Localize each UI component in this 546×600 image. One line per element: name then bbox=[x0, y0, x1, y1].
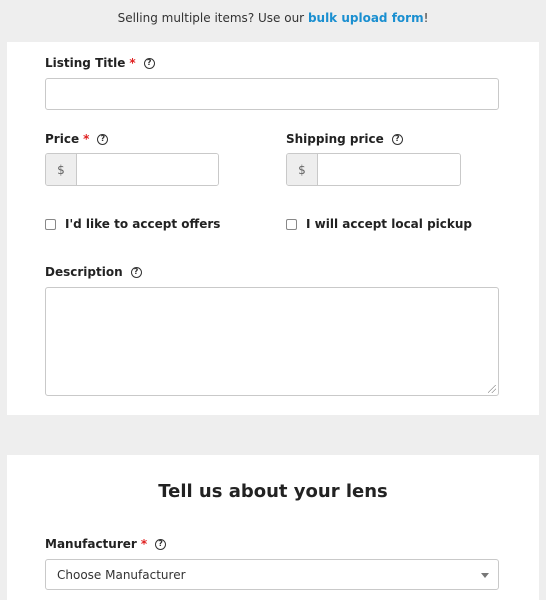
resize-handle-icon[interactable] bbox=[488, 385, 496, 393]
manufacturer-select[interactable]: Choose Manufacturer bbox=[45, 559, 499, 590]
manufacturer-label-text: Manufacturer bbox=[45, 537, 137, 551]
description-label-text: Description bbox=[45, 265, 123, 279]
banner-text: Selling multiple items? Use our bbox=[117, 11, 308, 25]
listing-details-card: Listing Title * ? Price * ? $ Shipping p… bbox=[7, 42, 539, 415]
banner-text-end: ! bbox=[423, 11, 429, 25]
shipping-price-input[interactable] bbox=[318, 154, 460, 185]
manufacturer-label: Manufacturer * ? bbox=[45, 537, 167, 551]
shipping-price-input-group: $ bbox=[286, 153, 461, 186]
chevron-down-icon bbox=[481, 572, 489, 578]
help-circle-icon[interactable]: ? bbox=[143, 57, 155, 69]
listing-title-label-text: Listing Title bbox=[45, 56, 126, 70]
bulk-upload-banner: Selling multiple items? Use our bulk upl… bbox=[0, 0, 546, 42]
accept-offers-checkbox[interactable] bbox=[45, 218, 56, 230]
help-circle-icon[interactable]: ? bbox=[391, 133, 403, 145]
currency-prefix: $ bbox=[287, 154, 318, 185]
help-circle-icon[interactable]: ? bbox=[97, 133, 109, 145]
help-circle-icon[interactable]: ? bbox=[155, 538, 167, 550]
description-label: Description ? bbox=[45, 265, 142, 279]
shipping-price-label-text: Shipping price bbox=[286, 132, 384, 146]
listing-title-label: Listing Title * ? bbox=[45, 56, 155, 70]
manufacturer-selected-value: Choose Manufacturer bbox=[57, 567, 186, 582]
price-input[interactable] bbox=[77, 154, 218, 185]
currency-prefix: $ bbox=[46, 154, 77, 185]
price-label: Price * ? bbox=[45, 132, 109, 146]
required-marker: * bbox=[83, 132, 90, 146]
local-pickup-row[interactable]: I will accept local pickup bbox=[286, 217, 472, 231]
accept-offers-row[interactable]: I'd like to accept offers bbox=[45, 217, 220, 231]
price-input-group: $ bbox=[45, 153, 219, 186]
required-marker: * bbox=[140, 537, 148, 551]
local-pickup-checkbox[interactable] bbox=[286, 218, 297, 230]
lens-section-title: Tell us about your lens bbox=[158, 481, 388, 502]
listing-title-input[interactable] bbox=[45, 78, 499, 110]
help-circle-icon[interactable]: ? bbox=[130, 266, 142, 278]
required-marker: * bbox=[129, 56, 136, 70]
shipping-price-label: Shipping price ? bbox=[286, 132, 403, 146]
lens-details-card: Tell us about your lens Manufacturer * ?… bbox=[7, 455, 539, 600]
accept-offers-label[interactable]: I'd like to accept offers bbox=[65, 217, 220, 231]
description-textarea[interactable] bbox=[45, 287, 499, 396]
bulk-upload-link[interactable]: bulk upload form bbox=[308, 11, 424, 25]
price-label-text: Price bbox=[45, 132, 80, 146]
local-pickup-label[interactable]: I will accept local pickup bbox=[306, 217, 472, 231]
